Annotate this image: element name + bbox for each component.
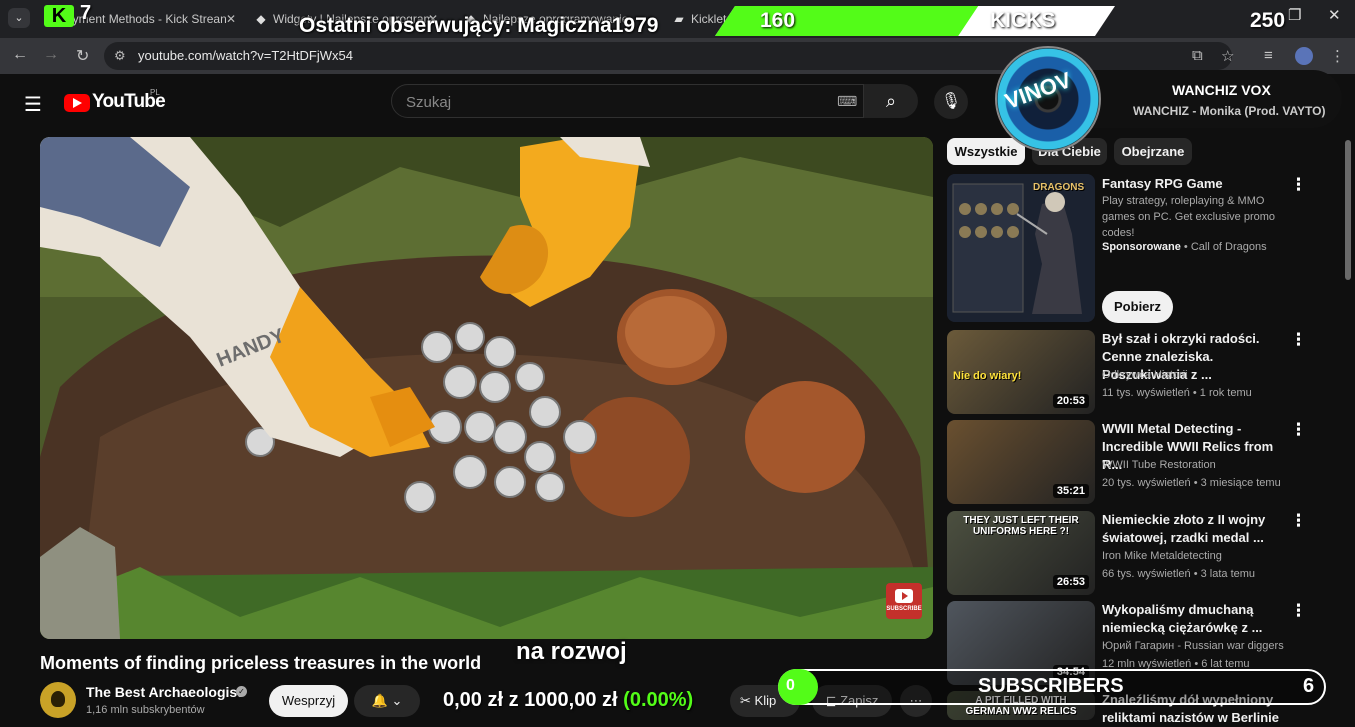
video-more-icon[interactable]: ⋮ bbox=[1290, 601, 1307, 621]
kicks-goal: 250 bbox=[1250, 9, 1286, 32]
site-info-icon[interactable]: ⚙ bbox=[114, 48, 126, 64]
close-icon[interactable]: ✕ bbox=[226, 6, 236, 32]
cast-icon[interactable]: ⧉ bbox=[1192, 47, 1203, 64]
tab-search-dropdown[interactable]: ⌄ bbox=[8, 8, 30, 28]
subscribers-label: SUBSCRIBERS bbox=[978, 675, 1124, 697]
restore-icon[interactable]: ❐ bbox=[1288, 6, 1301, 24]
voice-search-button[interactable]: 🎙 bbox=[934, 85, 968, 119]
donation-current: 0,00 zł bbox=[443, 689, 504, 711]
play-icon bbox=[73, 98, 82, 108]
kicklet-icon: ▰ bbox=[674, 12, 684, 26]
reload-icon[interactable]: ↻ bbox=[76, 46, 89, 66]
video-title-link[interactable]: Niemieckie złoto z II wojny światowej, r… bbox=[1102, 511, 1282, 547]
video-duration: 26:53 bbox=[1052, 575, 1089, 589]
video-channel-name[interactable]: Iron Mike Metaldetecting bbox=[1102, 550, 1222, 562]
video-thumbnail[interactable]: Nie do wiary! 20:53 bbox=[947, 330, 1095, 414]
support-button[interactable]: Wesprzyj bbox=[269, 685, 348, 717]
ad-sponsor-line: Sponsorowane • Call of Dragons bbox=[1102, 241, 1267, 253]
profile-avatar[interactable] bbox=[1295, 47, 1313, 65]
forward-icon[interactable]: → bbox=[43, 46, 59, 64]
ad-thumb-text: DRAGONS bbox=[1033, 182, 1085, 193]
diamond-icon: ◆ bbox=[256, 12, 266, 26]
back-icon[interactable]: ← bbox=[12, 46, 28, 64]
bookmark-star-icon[interactable]: ☆ bbox=[1221, 47, 1234, 65]
ad-thumbnail-art bbox=[947, 174, 1095, 322]
ad-title[interactable]: Fantasy RPG Game bbox=[1102, 175, 1282, 193]
thumbnail-text: Nie do wiary! bbox=[953, 370, 1022, 382]
channel-name[interactable]: The Best Archaeologist bbox=[86, 684, 242, 700]
now-playing-track: WANCHIZ - Monika (Prod. VAYTO) bbox=[1133, 104, 1326, 118]
now-playing-artist: WANCHIZ VOX bbox=[1172, 82, 1271, 98]
subscribers-goal-fill bbox=[778, 669, 818, 705]
kicks-goal-fill bbox=[715, 6, 979, 36]
bell-icon: 🔔 bbox=[371, 693, 388, 708]
video-meta: 20 tys. wyświetleń • 3 miesiące temu bbox=[1102, 477, 1281, 489]
channel-subscriber-count: 1,16 mln subskrybentów bbox=[86, 704, 205, 716]
skull-icon bbox=[51, 691, 65, 707]
donation-separator: z bbox=[508, 689, 519, 711]
video-meta: 11 tys. wyświetleń • 1 rok temu bbox=[1102, 387, 1252, 399]
chevron-down-icon: ⌄ bbox=[391, 693, 403, 708]
ad-sponsored-label: Sponsorowane bbox=[1102, 241, 1181, 253]
donation-goal-amount: 1000,00 zł bbox=[524, 689, 618, 711]
verified-check-icon: ✓ bbox=[236, 686, 247, 697]
video-meta: 66 tys. wyświetleń • 3 lata temu bbox=[1102, 568, 1256, 580]
browser-tab-strip: ⌄ Payment Methods - Kick Strean ✕ ◆ Widge… bbox=[0, 0, 1355, 38]
donation-percent: (0.00%) bbox=[623, 689, 694, 711]
microphone-icon: 🎙 bbox=[940, 93, 962, 110]
ad-thumbnail[interactable]: DRAGONS bbox=[947, 174, 1095, 322]
video-channel-name[interactable]: Юрий Гагарин - Russian war diggers bbox=[1102, 640, 1284, 652]
media-control-icon[interactable]: ≡ bbox=[1264, 47, 1273, 64]
video-frame: HANDY bbox=[40, 137, 933, 639]
video-more-icon[interactable]: ⋮ bbox=[1290, 420, 1307, 440]
video-more-icon[interactable]: ⋮ bbox=[1290, 330, 1307, 350]
ad-more-icon[interactable]: ⋮ bbox=[1290, 175, 1307, 195]
video-duration: 20:53 bbox=[1052, 394, 1089, 408]
ad-advertiser: Call of Dragons bbox=[1190, 241, 1267, 253]
video-title-link[interactable]: Wykopaliśmy dmuchaną niemiecką ciężarówk… bbox=[1102, 601, 1282, 637]
kick-viewer-count: 7 bbox=[80, 2, 92, 24]
video-title: Moments of finding priceless treasures i… bbox=[40, 653, 482, 673]
video-thumbnail[interactable]: 35:21 bbox=[947, 420, 1095, 504]
chip-watched[interactable]: Obejrzane bbox=[1114, 138, 1192, 165]
play-triangle bbox=[902, 592, 908, 600]
kicks-label: KICKS bbox=[990, 9, 1056, 32]
keyboard-icon[interactable]: ⌨ bbox=[837, 93, 857, 110]
video-channel-name[interactable]: Odkrywca Historii bbox=[1102, 369, 1188, 381]
clip-label: Klip bbox=[754, 693, 777, 708]
video-more-icon[interactable]: ⋮ bbox=[1290, 511, 1307, 531]
chip-all[interactable]: Wszystkie bbox=[947, 138, 1025, 165]
hamburger-menu-icon[interactable]: ☰ bbox=[24, 92, 42, 117]
video-duration: 35:21 bbox=[1052, 484, 1089, 498]
subscribe-overlay-label: SUBSCRIBE bbox=[886, 606, 922, 612]
search-icon: ⌕ bbox=[885, 91, 897, 111]
url-text: youtube.com/watch?v=T2HtDFjWx54 bbox=[138, 48, 353, 63]
subscribers-goal: 6 bbox=[1303, 675, 1315, 697]
search-input[interactable] bbox=[404, 91, 828, 113]
subscribers-current: 0 bbox=[786, 677, 795, 694]
last-follower-text: Ostatni obserwujący: Magiczna1979 bbox=[299, 14, 659, 37]
browser-toolbar: ← → ↻ ⚙ youtube.com/watch?v=T2HtDFjWx54 … bbox=[0, 38, 1355, 74]
channel-avatar[interactable] bbox=[40, 682, 76, 718]
video-channel-name[interactable]: WWII Tube Restoration bbox=[1102, 459, 1216, 471]
kicks-current: 160 bbox=[760, 9, 796, 32]
scrollbar[interactable] bbox=[1345, 140, 1351, 280]
more-menu-icon[interactable]: ⋮ bbox=[1330, 47, 1345, 65]
country-code: PL bbox=[150, 88, 160, 97]
kick-logo: K bbox=[44, 5, 74, 27]
window-close-icon[interactable]: ✕ bbox=[1328, 6, 1341, 24]
video-caption: na rozwoj bbox=[516, 638, 627, 665]
scissors-icon: ✂ bbox=[740, 693, 751, 708]
notifications-button[interactable]: 🔔 ⌄ bbox=[354, 685, 420, 717]
donation-goal: 0,00 zł z 1000,00 zł (0.00%) bbox=[443, 689, 693, 712]
video-player[interactable]: HANDY bbox=[40, 137, 933, 639]
ad-description: Play strategy, roleplaying & MMO games o… bbox=[1102, 195, 1276, 239]
video-thumbnail[interactable]: THEY JUST LEFT THEIR UNIFORMS HERE ?! 26:… bbox=[947, 511, 1095, 595]
ad-cta-button[interactable]: Pobierz bbox=[1102, 291, 1173, 323]
thumbnail-text: THEY JUST LEFT THEIR UNIFORMS HERE ?! bbox=[963, 515, 1079, 537]
search-box bbox=[391, 84, 864, 118]
subscribe-overlay-button[interactable]: SUBSCRIBE bbox=[886, 583, 922, 619]
search-button[interactable]: ⌕ bbox=[864, 84, 918, 118]
